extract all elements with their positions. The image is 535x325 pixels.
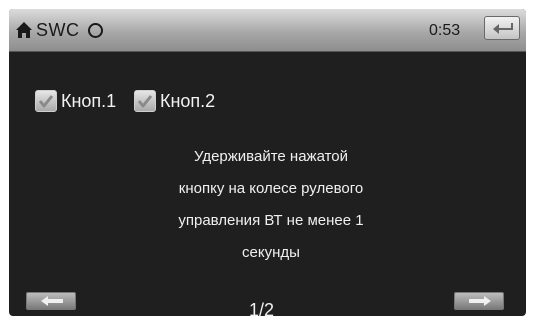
checkmark-icon (38, 95, 54, 108)
instruction-line: Удерживайте нажатой (193, 148, 349, 165)
screen-title: SWC (36, 20, 80, 40)
back-button[interactable] (484, 16, 520, 40)
button1-checkbox[interactable] (35, 90, 57, 112)
circle-icon (88, 23, 103, 38)
page-indicator: 1/2 (249, 300, 275, 316)
button1-label: Кноп.1 (61, 90, 117, 111)
home-icon[interactable] (15, 21, 33, 39)
arrow-right-icon (469, 296, 491, 306)
return-arrow-icon (493, 23, 513, 34)
next-page-button[interactable] (454, 292, 504, 310)
checkmark-icon (137, 95, 153, 108)
title-bar: SWC 0:53 (9, 9, 526, 52)
instruction-line: кнопку на колесе рулевого (178, 180, 364, 197)
button1-option[interactable]: Кноп.1 (35, 89, 116, 113)
instruction-line: управления ВТ не менее 1 (178, 212, 364, 229)
button2-label: Кноп.2 (160, 90, 216, 111)
button2-checkbox[interactable] (134, 90, 156, 112)
previous-page-button[interactable] (26, 292, 76, 310)
button2-option[interactable]: Кноп.2 (134, 89, 215, 113)
swc-screen: SWC 0:53 Кноп.1 Кноп.2 Удерживайте нажат… (9, 9, 526, 316)
clock: 0:53 (429, 22, 461, 39)
instruction-text: Удерживайте нажатой кнопку на колесе рул… (139, 141, 403, 269)
arrow-left-icon (41, 296, 63, 306)
instruction-line: секунды (242, 244, 300, 261)
